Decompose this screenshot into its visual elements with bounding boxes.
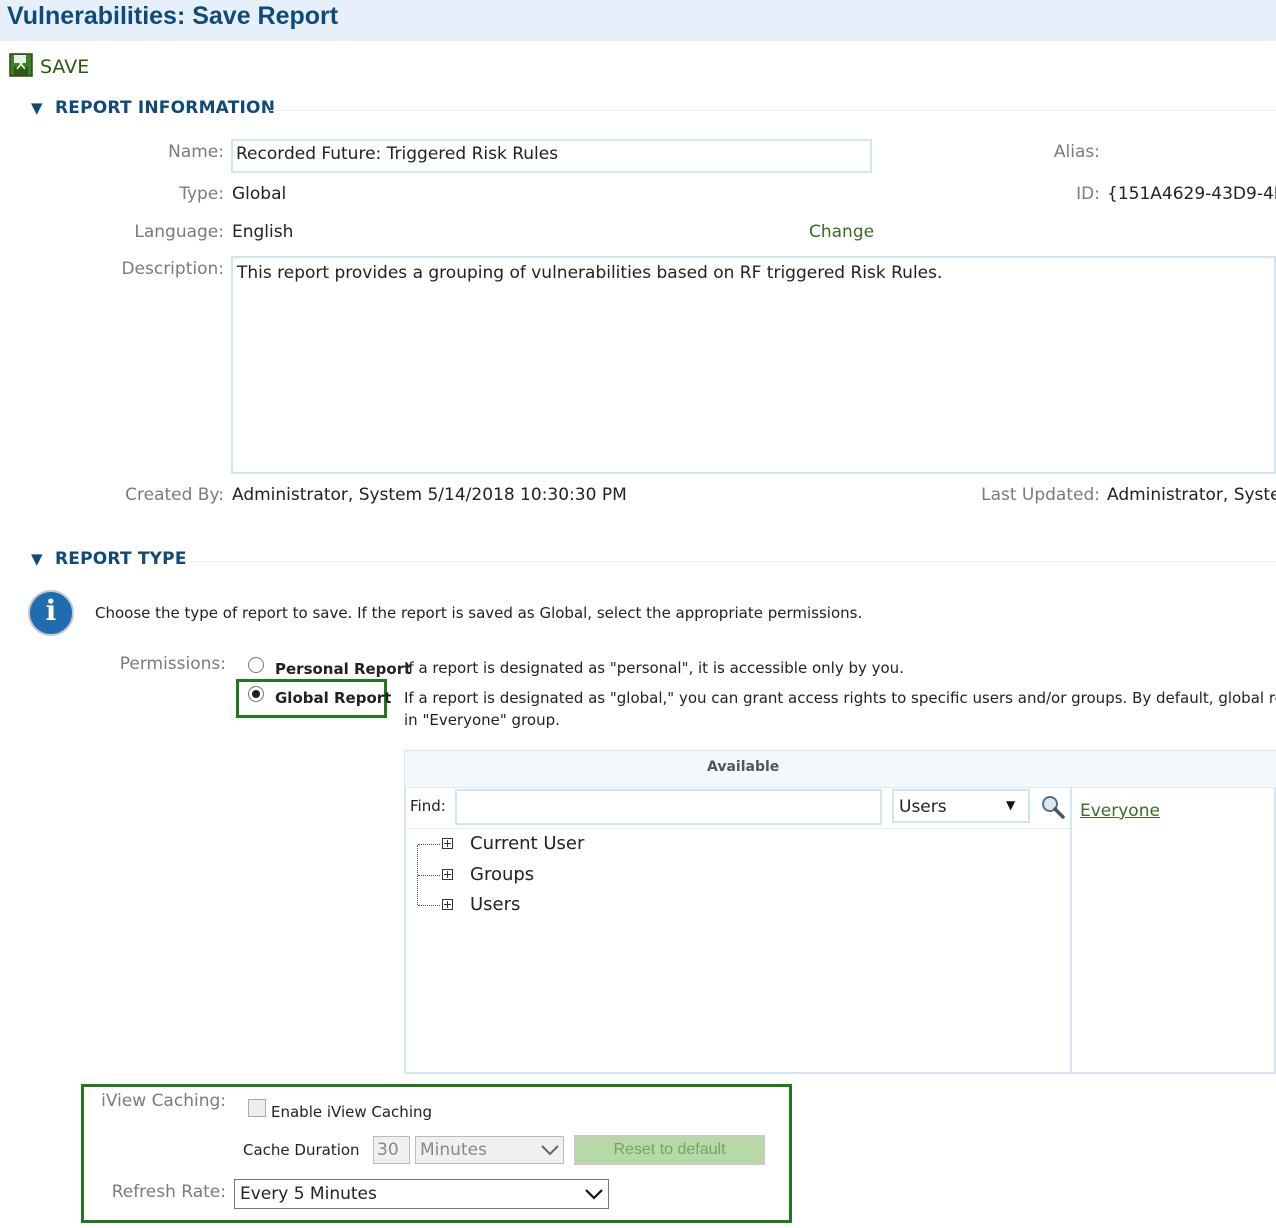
chevron-down-icon xyxy=(541,1145,559,1156)
description-label: Description: xyxy=(121,259,224,279)
chevron-down-icon xyxy=(585,1189,603,1200)
type-label: Type: xyxy=(179,184,224,204)
tree-connector xyxy=(418,844,440,845)
type-value: Global xyxy=(232,184,287,204)
global-report-radio[interactable] xyxy=(248,686,264,702)
cache-duration-label: Cache Duration xyxy=(243,1141,360,1159)
section-heading: REPORT INFORMATION xyxy=(55,98,276,118)
alias-label: Alias: xyxy=(1053,142,1100,162)
language-value: English xyxy=(232,222,294,242)
enable-caching-checkbox[interactable] xyxy=(248,1099,266,1117)
plus-box-icon[interactable] xyxy=(442,899,453,910)
cache-unit-select[interactable]: Minutes xyxy=(415,1136,564,1164)
filter-select[interactable]: Users ▼ xyxy=(892,789,1030,823)
cache-duration-input[interactable]: 30 xyxy=(373,1136,410,1164)
divider xyxy=(190,561,1276,562)
info-text: Choose the type of report to save. If th… xyxy=(95,604,863,622)
created-by-value: Administrator, System 5/14/2018 10:30:30… xyxy=(232,485,627,505)
description-textarea[interactable]: This report provides a grouping of vulne… xyxy=(231,256,1276,474)
section-heading: REPORT TYPE xyxy=(55,549,187,569)
tree-connector xyxy=(418,875,440,876)
info-icon: i xyxy=(28,590,74,636)
tree-connector xyxy=(418,905,440,906)
iview-caching-label: iView Caching: xyxy=(101,1091,226,1111)
global-report-label: Global Report xyxy=(275,689,392,707)
tree-item-users[interactable]: Users xyxy=(470,894,520,915)
tree-item-current-user[interactable]: Current User xyxy=(470,833,584,854)
last-updated-value: Administrator, Syste xyxy=(1107,485,1276,505)
available-title: Available xyxy=(707,759,780,775)
cache-unit-value: Minutes xyxy=(420,1140,487,1160)
plus-box-icon[interactable] xyxy=(442,838,453,849)
name-label: Name: xyxy=(168,142,224,162)
page-title: Vulnerabilities: Save Report xyxy=(7,2,339,30)
search-icon[interactable] xyxy=(1040,794,1066,820)
id-label: ID: xyxy=(1076,184,1100,204)
section-report-type[interactable]: ▼ REPORT TYPE xyxy=(31,549,211,573)
refresh-rate-value: Every 5 Minutes xyxy=(240,1184,377,1204)
triangle-down-icon: ▼ xyxy=(31,550,43,568)
divider xyxy=(270,110,1276,111)
refresh-rate-select[interactable]: Every 5 Minutes xyxy=(234,1179,609,1209)
triangle-down-icon: ▼ xyxy=(31,99,43,117)
global-report-desc: If a report is designated as "global," y… xyxy=(404,689,1276,707)
refresh-rate-label: Refresh Rate: xyxy=(111,1182,226,1202)
save-label: SAVE xyxy=(40,56,90,78)
last-updated-label: Last Updated: xyxy=(981,485,1100,505)
section-report-information[interactable]: ▼ REPORT INFORMATION xyxy=(31,98,291,122)
dropdown-arrow-icon: ▼ xyxy=(1006,798,1016,812)
plus-box-icon[interactable] xyxy=(442,869,453,880)
title-bar: Vulnerabilities: Save Report xyxy=(0,0,1276,41)
personal-report-desc: If a report is designated as "personal",… xyxy=(404,659,904,677)
id-value: {151A4629-43D9-4E xyxy=(1107,184,1276,204)
find-label: Find: xyxy=(410,797,446,815)
created-by-label: Created By: xyxy=(125,485,224,505)
change-language-link[interactable]: Change xyxy=(809,222,874,242)
global-report-desc-2: in "Everyone" group. xyxy=(404,711,560,729)
reset-to-default-button[interactable]: Reset to default xyxy=(574,1135,765,1165)
panel-divider xyxy=(406,828,1070,829)
panel-divider xyxy=(1070,787,1072,1074)
permissions-label: Permissions: xyxy=(119,654,226,674)
tree-item-groups[interactable]: Groups xyxy=(470,864,534,885)
filter-select-value: Users xyxy=(899,797,947,817)
everyone-group-link[interactable]: Everyone xyxy=(1080,801,1160,821)
find-input[interactable] xyxy=(455,789,882,825)
language-label: Language: xyxy=(134,222,224,242)
enable-caching-label: Enable iView Caching xyxy=(271,1103,433,1121)
save-disk-icon xyxy=(9,53,33,77)
personal-report-label: Personal Report xyxy=(275,660,412,678)
personal-report-radio[interactable] xyxy=(248,657,264,673)
available-header: Available xyxy=(405,751,1276,788)
name-input[interactable]: Recorded Future: Triggered Risk Rules xyxy=(231,139,872,173)
